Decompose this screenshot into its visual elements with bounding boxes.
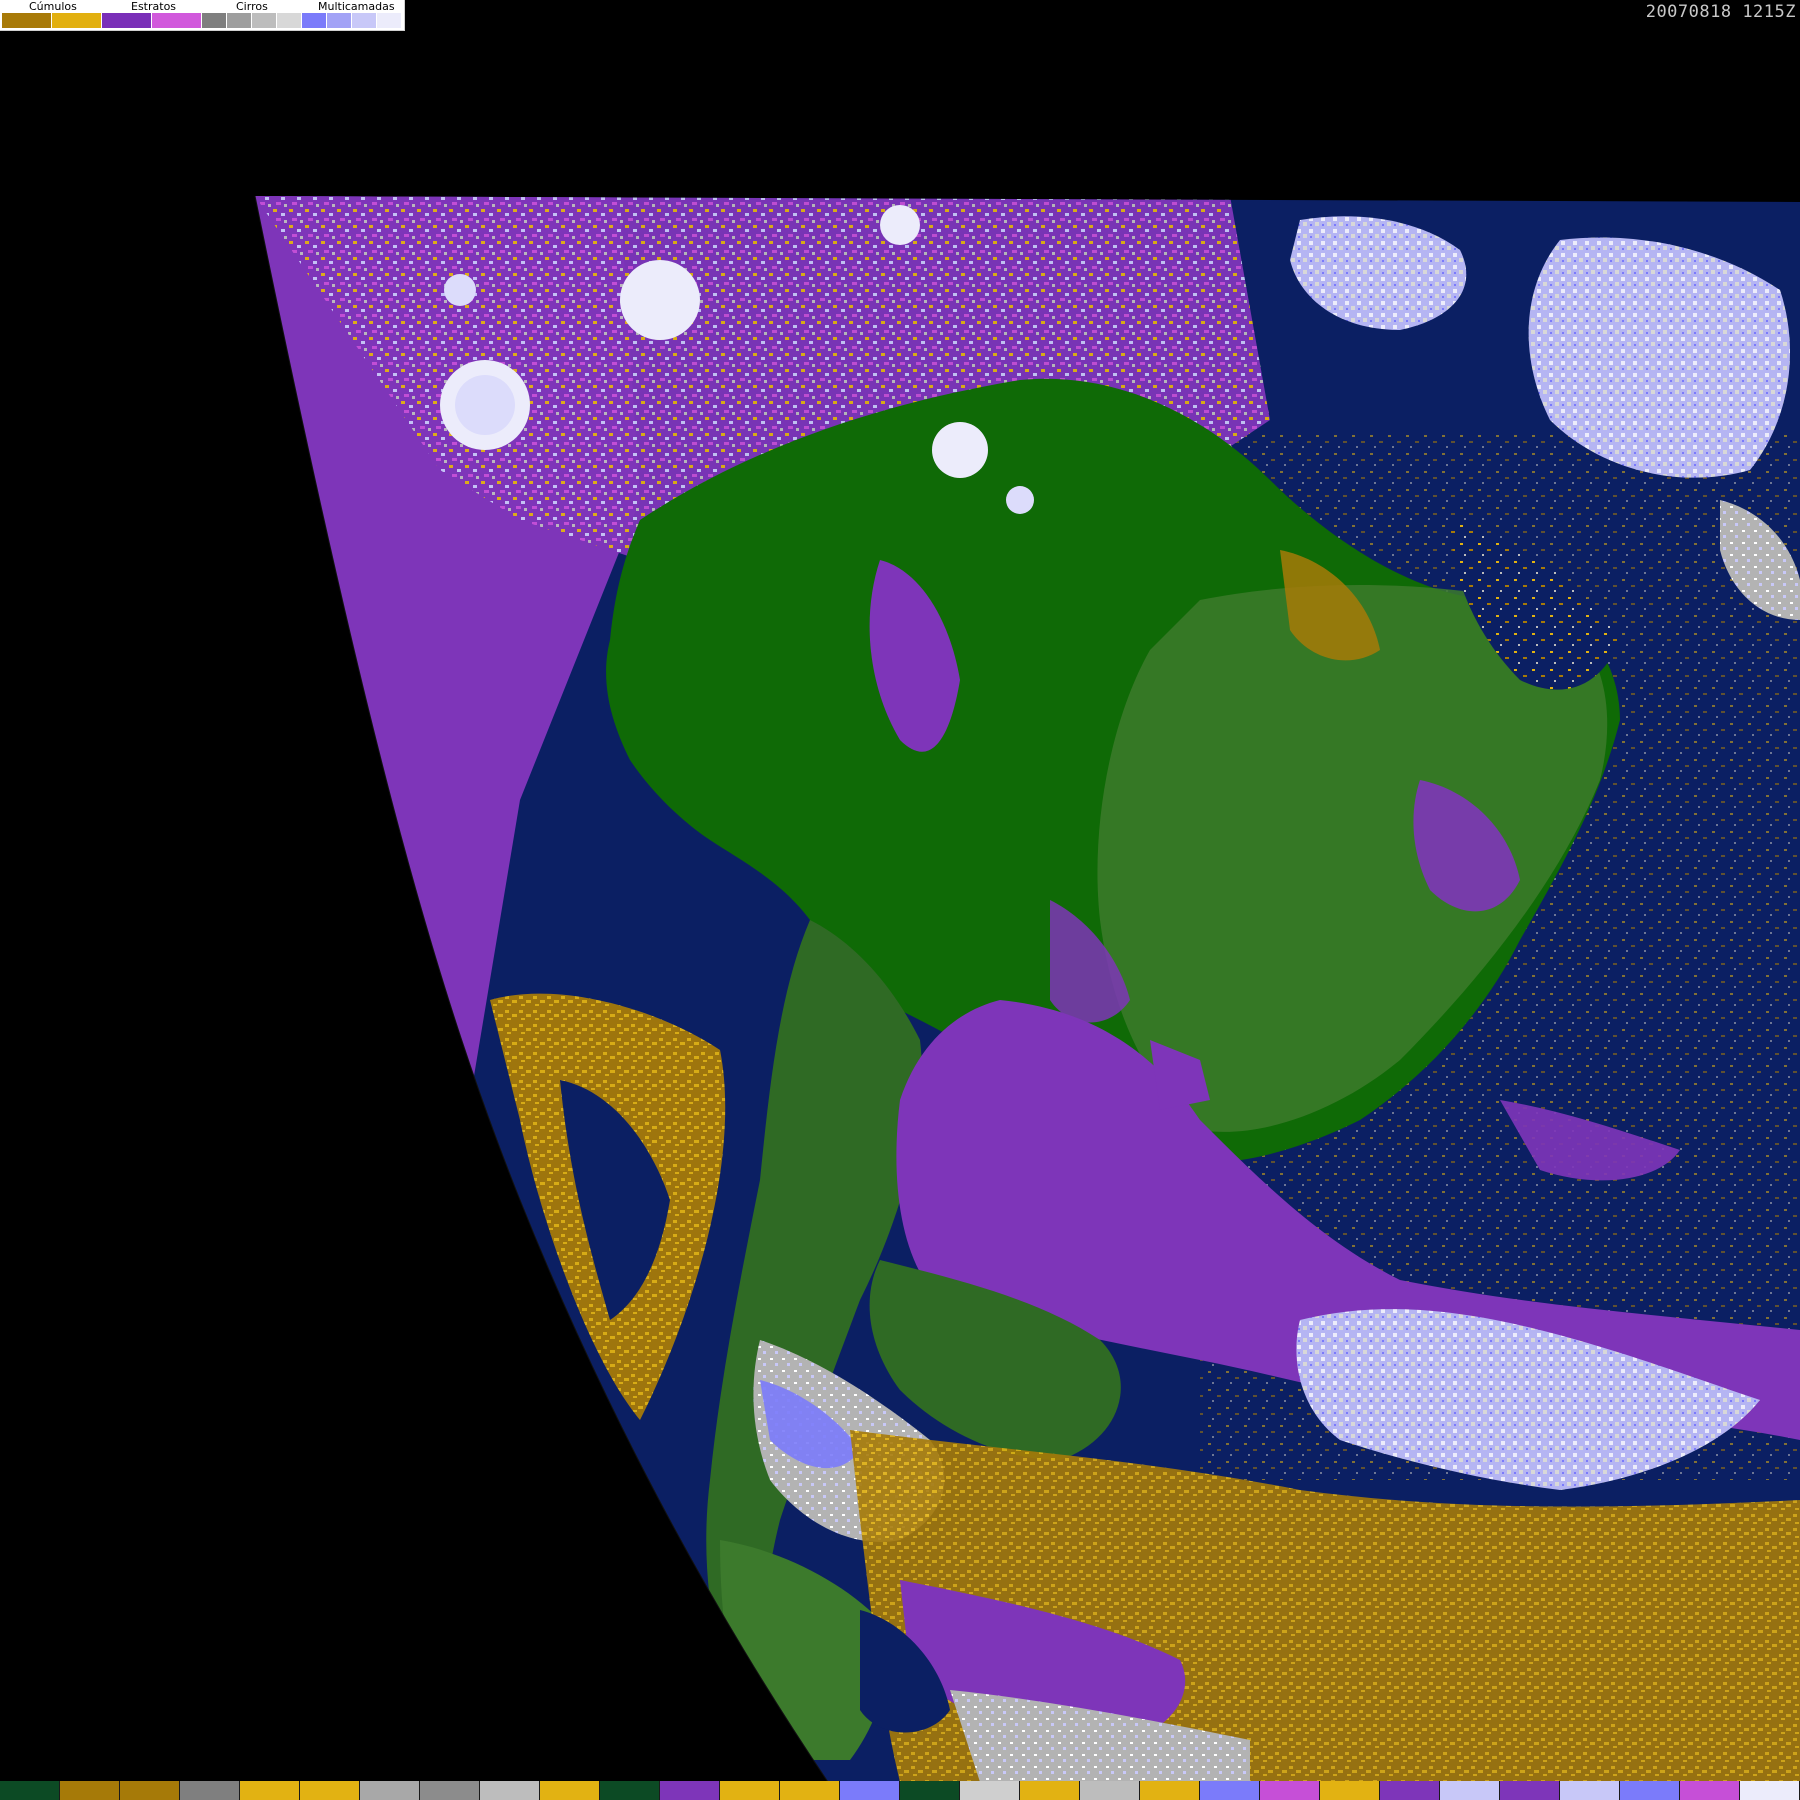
palette-strip-cell [1440,1781,1500,1800]
palette-strip-cell [240,1781,300,1800]
legend-swatch [302,13,327,28]
palette-strip-cell [780,1781,840,1800]
legend-swatch [202,13,227,28]
palette-strip-cell [720,1781,780,1800]
legend-swatch [102,13,152,28]
palette-strip-cell [1380,1781,1440,1800]
legend-swatch-row [2,13,402,28]
palette-strip-cell [660,1781,720,1800]
palette-strip-cell [1500,1781,1560,1800]
legend-label-cumulus: Cúmulos [29,0,77,13]
legend-swatch [52,13,102,28]
palette-strip-cell [1020,1781,1080,1800]
legend-swatch [2,13,52,28]
palette-strip-cell [420,1781,480,1800]
image-timestamp: 20070818 1215Z [1645,2,1796,22]
palette-strip-cell [600,1781,660,1800]
legend-label-multilayer: Multicamadas [318,0,395,13]
legend-swatch [152,13,202,28]
palette-strip-cell [1080,1781,1140,1800]
palette-strip-cell [1140,1781,1200,1800]
palette-strip-cell [1620,1781,1680,1800]
palette-strip-cell [1680,1781,1740,1800]
palette-strip-cell [1560,1781,1620,1800]
legend-swatch [377,13,402,28]
satellite-cloud-classification-view: Cúmulos Estratos Cirros Multicamadas 200… [0,0,1800,1800]
legend-label-cirrus: Cirros [236,0,268,13]
legend-swatch [352,13,377,28]
palette-strip-cell [120,1781,180,1800]
satellite-image [0,0,1800,1800]
palette-strip-cell [540,1781,600,1800]
palette-strip-cell [1200,1781,1260,1800]
palette-strip-cell [180,1781,240,1800]
palette-strip-cell [300,1781,360,1800]
palette-strip-cell [840,1781,900,1800]
palette-strip-cell [0,1781,60,1800]
legend-swatch [227,13,252,28]
legend-swatch [252,13,277,28]
palette-strip-cell [480,1781,540,1800]
legend-label-stratus: Estratos [131,0,177,13]
satellite-map-svg [0,0,1800,1800]
palette-strip-cell [60,1781,120,1800]
palette-strip-cell [1320,1781,1380,1800]
palette-strip-cell [960,1781,1020,1800]
palette-strip-cell [360,1781,420,1800]
palette-strip-cell [1260,1781,1320,1800]
legend-swatch [327,13,352,28]
color-palette-strip [0,1781,1800,1800]
legend-swatch [277,13,302,28]
palette-strip-cell [900,1781,960,1800]
cloud-type-legend: Cúmulos Estratos Cirros Multicamadas [0,0,405,31]
palette-strip-cell [1740,1781,1800,1800]
